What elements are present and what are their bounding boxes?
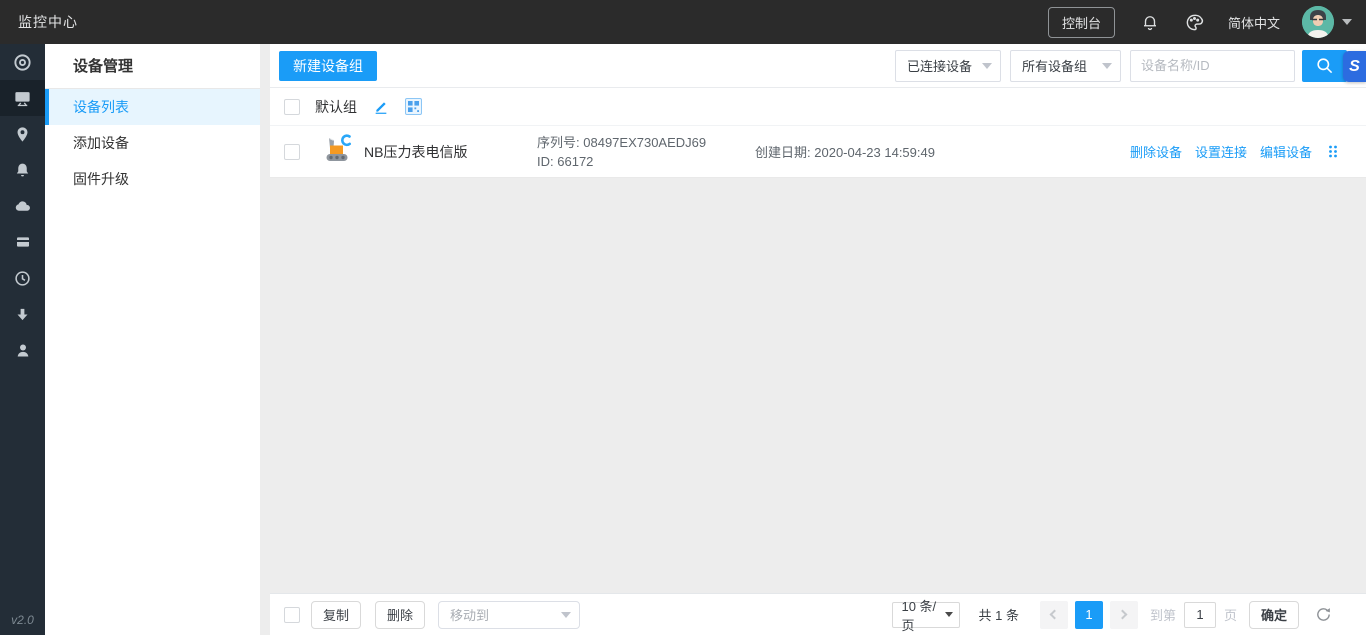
search-icon [1315,56,1334,75]
search-input[interactable] [1130,50,1295,82]
sidebar-item-firmware-upgrade[interactable]: 固件升级 [45,161,260,197]
target-icon [13,53,32,72]
app-window: 监控中心 控制台 简体中文 [0,0,1366,635]
alarm-bell-icon [14,161,31,179]
device-row: NB压力表电信版 序列号: 08497EX730AEDJ69 ID: 66172… [270,126,1366,178]
caret-down-icon[interactable] [1342,19,1352,30]
sidebar-item-add-device[interactable]: 添加设备 [45,125,260,161]
connection-filter-value: 已连接设备 [907,56,972,75]
device-serial-block: 序列号: 08497EX730AEDJ69 ID: 66172 [537,133,755,171]
chevron-down-icon [982,63,992,74]
rail-item-billing[interactable] [0,224,45,260]
group-checkbox[interactable] [284,99,300,115]
card-icon [14,234,32,250]
pager: 1 [1033,601,1138,629]
cloud-icon [13,198,32,215]
confirm-button[interactable]: 确定 [1249,601,1299,629]
rail-item-cloud[interactable] [0,188,45,224]
pagination: 10 条/页 共 1 条 1 到第 页 确定 [892,601,1332,629]
group-name: 默认组 [315,97,357,117]
new-device-group-button[interactable]: 新建设备组 [279,51,377,81]
rail-item-alarms[interactable] [0,152,45,188]
icon-rail: v2.0 [0,44,45,635]
device-monitor-icon [13,89,32,108]
download-arrow-icon [15,306,30,323]
connection-filter-select[interactable]: 已连接设备 [895,50,1001,82]
delete-device-link[interactable]: 删除设备 [1130,142,1182,161]
rail-item-history[interactable] [0,260,45,296]
page-size-select[interactable]: 10 条/页 [892,602,960,628]
version-label: v2.0 [0,613,45,627]
edit-device-link[interactable]: 编辑设备 [1260,142,1312,161]
device-panel: 新建设备组 已连接设备 所有设备组 [270,44,1366,178]
page-size-value: 10 条/页 [901,596,945,634]
language-switcher[interactable]: 简体中文 [1228,13,1280,32]
search-button[interactable] [1302,50,1347,82]
location-pin-icon [14,125,31,144]
sidebar-item-device-list[interactable]: 设备列表 [45,89,260,125]
qr-code-icon[interactable] [405,98,422,115]
current-page[interactable]: 1 [1075,601,1103,629]
toolbar-filters: 已连接设备 所有设备组 [895,50,1347,82]
goto-page-label: 到第 [1150,605,1176,624]
caret-down-icon [945,612,953,621]
rail-item-devices[interactable] [0,80,45,116]
sidebar-header: 设备管理 [45,44,260,89]
user-icon [15,342,31,359]
rail-item-overview[interactable] [0,44,45,80]
robot-device-icon [320,131,356,172]
next-page-icon[interactable] [1110,601,1138,629]
device-actions: 删除设备 设置连接 编辑设备 [1117,142,1338,161]
device-checkbox[interactable] [284,144,300,160]
sidebar: 设备管理 设备列表 添加设备 固件升级 [45,44,260,635]
rail-item-user[interactable] [0,332,45,368]
prev-page-icon[interactable] [1040,601,1068,629]
palette-icon[interactable] [1185,13,1204,32]
footer-bar: 复制 删除 移动到 10 条/页 共 1 条 1 到第 页 [270,593,1366,635]
bell-icon[interactable] [1141,13,1159,31]
avatar[interactable] [1302,6,1334,38]
refresh-icon[interactable] [1315,606,1332,623]
extension-badge-letter: S [1349,58,1360,76]
move-to-select[interactable]: 移动到 [438,601,580,629]
total-count: 共 1 条 [978,605,1018,624]
move-to-value: 移动到 [450,605,489,624]
edit-pencil-icon[interactable] [373,99,389,115]
group-filter-value: 所有设备组 [1022,56,1087,75]
extension-badge[interactable]: S [1343,51,1366,82]
set-connection-link[interactable]: 设置连接 [1195,142,1247,161]
goto-page-unit: 页 [1224,605,1237,624]
more-dots-icon[interactable] [1328,145,1338,158]
topbar-right: 控制台 简体中文 [1048,6,1352,38]
clock-icon [14,270,31,287]
chevron-down-icon [561,612,571,623]
chevron-down-icon [1102,63,1112,74]
goto-page-input[interactable] [1184,602,1216,628]
delete-button[interactable]: 删除 [375,601,425,629]
group-row: 默认组 [270,88,1366,126]
device-id: ID: 66172 [537,152,755,171]
rail-item-download[interactable] [0,296,45,332]
device-name: NB压力表电信版 [364,142,537,162]
page-title: 监控中心 [18,12,78,32]
device-created-date: 创建日期: 2020-04-23 14:59:49 [755,142,1117,161]
device-serial: 序列号: 08497EX730AEDJ69 [537,133,755,152]
main-content: 新建设备组 已连接设备 所有设备组 [270,44,1366,635]
console-button[interactable]: 控制台 [1048,7,1115,38]
group-filter-select[interactable]: 所有设备组 [1010,50,1121,82]
topbar: 监控中心 控制台 简体中文 [0,0,1366,44]
select-all-checkbox[interactable] [284,607,300,623]
rail-item-location[interactable] [0,116,45,152]
toolbar: 新建设备组 已连接设备 所有设备组 [270,44,1366,88]
copy-button[interactable]: 复制 [311,601,361,629]
